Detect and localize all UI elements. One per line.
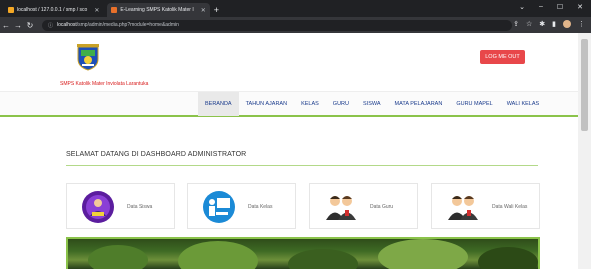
menu-item-guru[interactable]: GURU <box>326 92 356 116</box>
browser-tab-phpmyadmin[interactable]: localhost / 127.0.0.1 / smp / sco ✕ <box>4 3 103 17</box>
menu-item-guru-mapel[interactable]: GURU MAPEL <box>449 92 499 116</box>
back-icon[interactable]: ← <box>0 21 12 30</box>
url-host: localhost <box>57 22 77 28</box>
menu-dots-icon[interactable]: ⋮ <box>578 20 585 28</box>
dashboard-cards: Data Siswa Data Kelas Data Guru Data Wal… <box>66 183 540 229</box>
new-tab-button[interactable]: + <box>214 5 219 15</box>
share-icon[interactable]: ⇪ <box>513 20 519 28</box>
classroom-icon <box>203 191 235 223</box>
menu-item-beranda[interactable]: BERANDA <box>198 92 239 116</box>
card-label: Data Guru <box>370 204 394 210</box>
school-logo-icon <box>77 44 99 71</box>
school-name: SMPS Katolik Mater Inviolata Larantuka <box>60 81 149 87</box>
phpmyadmin-favicon-icon <box>8 7 14 13</box>
menu-item-siswa[interactable]: SISWA <box>356 92 388 116</box>
reload-icon[interactable]: ↻ <box>24 21 36 30</box>
scrollbar-thumb[interactable] <box>581 39 588 131</box>
close-tab-icon[interactable]: ✕ <box>201 7 206 14</box>
main-menu-bar: BERANDA TAHUN AJARAN KELAS GURU SISWA MA… <box>0 91 578 117</box>
title-divider <box>66 165 538 166</box>
browser-address-bar: ← → ↻ ⓘ localhost /smp/admin/media.php?m… <box>0 17 591 33</box>
menu-item-tahun-ajaran[interactable]: TAHUN AJARAN <box>239 92 294 116</box>
close-tab-icon[interactable]: ✕ <box>94 7 99 14</box>
close-window-button[interactable]: ✕ <box>577 3 583 11</box>
card-data-wali-kelas[interactable]: Data Wali Kelas <box>431 183 540 229</box>
card-label: Data Wali Kelas <box>492 204 528 210</box>
sidebar-icon[interactable]: ▮ <box>552 20 556 28</box>
card-data-siswa[interactable]: Data Siswa <box>66 183 175 229</box>
menu-item-wali-kelas[interactable]: WALI KELAS <box>500 92 547 116</box>
tab-search-icon[interactable]: ⌄ <box>519 3 525 11</box>
maximize-button[interactable]: ☐ <box>557 3 563 11</box>
logout-button[interactable]: LOG ME OUT <box>480 50 525 64</box>
page-scrollbar[interactable] <box>578 33 591 269</box>
minimize-button[interactable]: – <box>539 3 543 11</box>
teachers-icon <box>326 196 356 220</box>
browser-actions: ⇪ ☆ ✱ ▮ ⋮ <box>513 20 585 28</box>
browser-tab-elearning[interactable]: E-Learning SMPS Katolik Mater I ✕ <box>107 3 210 17</box>
site-header: SMPS Katolik Mater Inviolata Larantuka L… <box>0 33 578 91</box>
url-path: /smp/admin/media.php?module=home&admin <box>76 22 179 28</box>
forest-banner-image <box>66 237 540 269</box>
homeroom-teachers-icon <box>448 196 478 220</box>
window-controls: ⌄ – ☐ ✕ <box>519 3 583 11</box>
browser-tab-bar: localhost / 127.0.0.1 / smp / sco ✕ E-Le… <box>0 0 591 17</box>
tab-title: E-Learning SMPS Katolik Mater I <box>120 7 194 13</box>
page-title: SELAMAT DATANG DI DASHBOARD ADMINISTRATO… <box>66 151 247 158</box>
menu-item-kelas[interactable]: KELAS <box>294 92 326 116</box>
info-icon: ⓘ <box>48 22 54 29</box>
student-icon <box>82 191 114 223</box>
card-data-guru[interactable]: Data Guru <box>309 183 418 229</box>
web-page: SMPS Katolik Mater Inviolata Larantuka L… <box>0 33 578 269</box>
profile-avatar[interactable] <box>563 20 571 28</box>
main-menu: BERANDA TAHUN AJARAN KELAS GURU SISWA MA… <box>198 92 546 116</box>
menu-item-mata-pelajaran[interactable]: MATA PELAJARAN <box>388 92 450 116</box>
extensions-icon[interactable]: ✱ <box>539 20 545 28</box>
card-data-kelas[interactable]: Data Kelas <box>187 183 296 229</box>
tab-title: localhost / 127.0.0.1 / smp / sco <box>17 7 88 13</box>
site-favicon-icon <box>111 7 118 13</box>
card-label: Data Kelas <box>248 204 273 210</box>
card-label: Data Siswa <box>127 204 153 210</box>
bookmark-star-icon[interactable]: ☆ <box>526 20 532 28</box>
url-input[interactable]: ⓘ localhost /smp/admin/media.php?module=… <box>42 19 512 31</box>
forward-icon[interactable]: → <box>12 21 24 30</box>
